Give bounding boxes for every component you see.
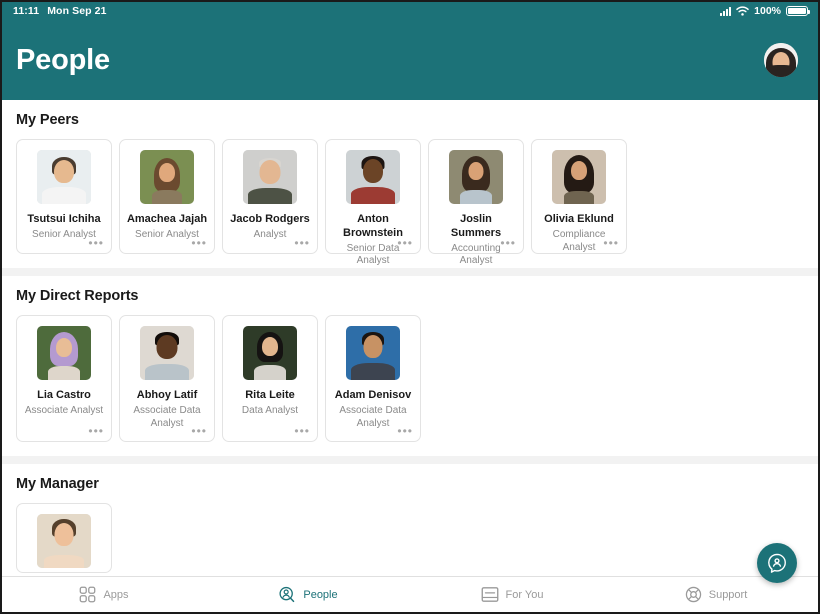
tab-for-you[interactable]: For You xyxy=(410,586,614,603)
person-photo xyxy=(140,150,194,204)
person-card[interactable] xyxy=(16,503,112,573)
card-overflow-menu-icon[interactable]: ••• xyxy=(88,425,104,437)
manager-card-row xyxy=(16,503,804,573)
person-photo xyxy=(449,150,503,204)
people-content[interactable]: My Peers Tsutsui Ichiha Senior Analyst •… xyxy=(2,100,818,576)
card-overflow-menu-icon[interactable]: ••• xyxy=(294,425,310,437)
person-name: Abhoy Latif xyxy=(136,389,198,401)
person-card[interactable]: Amachea Jajah Senior Analyst ••• xyxy=(119,139,215,254)
assistant-chat-icon xyxy=(768,553,786,573)
person-role: Data Analyst xyxy=(241,404,299,416)
card-overflow-menu-icon[interactable]: ••• xyxy=(603,237,619,249)
tab-label: For You xyxy=(505,588,544,601)
person-photo xyxy=(37,150,91,204)
card-overflow-menu-icon[interactable]: ••• xyxy=(397,425,413,437)
person-role: Associate Analyst xyxy=(24,404,104,416)
person-name: Rita Leite xyxy=(245,389,295,401)
person-name: Amachea Jajah xyxy=(126,213,208,225)
person-card[interactable]: Olivia Eklund Compliance Analyst ••• xyxy=(531,139,627,254)
card-overflow-menu-icon[interactable]: ••• xyxy=(294,237,310,249)
person-name: Tsutsui Ichiha xyxy=(27,213,101,225)
person-card[interactable]: Adam Denisov Associate Data Analyst ••• xyxy=(325,315,421,442)
person-photo xyxy=(552,150,606,204)
person-photo xyxy=(243,326,297,380)
section-title: My Manager xyxy=(16,476,99,492)
card-overflow-menu-icon[interactable]: ••• xyxy=(191,237,207,249)
person-card[interactable]: Anton Brownstein Senior Data Analyst ••• xyxy=(325,139,421,266)
tab-label: Apps xyxy=(103,588,129,601)
section-my-manager: My Manager xyxy=(2,464,818,576)
section-title: My Peers xyxy=(16,112,79,128)
page-title: People xyxy=(16,43,110,76)
person-photo xyxy=(37,514,91,568)
card-overflow-menu-icon[interactable]: ••• xyxy=(500,237,516,249)
cellular-signal-icon xyxy=(720,6,732,16)
battery-percent-label: 100% xyxy=(754,5,781,17)
direct-report-card-row: Lia Castro Associate Analyst ••• Abhoy L… xyxy=(16,315,804,442)
peer-card-row: Tsutsui Ichiha Senior Analyst ••• Amache… xyxy=(16,139,804,266)
person-role: Analyst xyxy=(253,228,287,240)
status-bar: 11:11 Mon Sep 21 100% xyxy=(2,2,818,20)
app-header: People xyxy=(2,20,818,100)
card-overflow-menu-icon[interactable]: ••• xyxy=(191,425,207,437)
person-photo xyxy=(346,326,400,380)
tab-apps[interactable]: Apps xyxy=(2,586,206,603)
assistant-fab-button[interactable] xyxy=(757,543,797,583)
card-overflow-menu-icon[interactable]: ••• xyxy=(397,237,413,249)
person-photo xyxy=(346,150,400,204)
person-photo xyxy=(37,326,91,380)
apps-grid-icon xyxy=(80,586,96,603)
person-name: Jacob Rodgers xyxy=(230,213,310,225)
section-divider xyxy=(2,456,818,464)
status-bar-date: Mon Sep 21 xyxy=(47,5,107,17)
person-name: Adam Denisov xyxy=(334,389,412,401)
avatar[interactable] xyxy=(764,43,798,77)
bottom-tab-bar: Apps People For You Support xyxy=(2,576,818,612)
tab-support[interactable]: Support xyxy=(614,586,818,603)
person-card[interactable]: Jacob Rodgers Analyst ••• xyxy=(222,139,318,254)
tab-people[interactable]: People xyxy=(206,586,410,604)
person-card[interactable]: Abhoy Latif Associate Data Analyst ••• xyxy=(119,315,215,442)
section-my-direct-reports: My Direct Reports Lia Castro Associate A… xyxy=(2,276,818,456)
for-you-card-icon xyxy=(481,587,498,602)
person-card[interactable]: Joslin Summers Accounting Analyst ••• xyxy=(428,139,524,266)
person-photo xyxy=(140,326,194,380)
wifi-icon xyxy=(736,6,749,16)
person-card[interactable]: Tsutsui Ichiha Senior Analyst ••• xyxy=(16,139,112,254)
tablet-screen: 11:11 Mon Sep 21 100% People My Peers Ts… xyxy=(0,0,820,614)
status-bar-time: 11:11 xyxy=(13,5,40,17)
people-search-icon xyxy=(279,586,295,602)
person-name: Lia Castro xyxy=(37,389,91,401)
section-my-peers: My Peers Tsutsui Ichiha Senior Analyst •… xyxy=(2,100,818,268)
tab-label: People xyxy=(303,588,338,601)
section-divider xyxy=(2,268,818,276)
person-name: Olivia Eklund xyxy=(544,213,614,225)
tab-label: Support xyxy=(708,588,748,601)
section-title: My Direct Reports xyxy=(16,288,139,304)
person-card[interactable]: Lia Castro Associate Analyst ••• xyxy=(16,315,112,442)
person-role: Senior Analyst xyxy=(32,228,96,240)
status-bar-indicators: 100% xyxy=(720,5,810,17)
person-photo xyxy=(243,150,297,204)
person-card[interactable]: Rita Leite Data Analyst ••• xyxy=(222,315,318,442)
person-role: Senior Analyst xyxy=(135,228,199,240)
battery-icon xyxy=(786,6,810,16)
card-overflow-menu-icon[interactable]: ••• xyxy=(88,237,104,249)
lifebuoy-icon xyxy=(685,586,701,603)
